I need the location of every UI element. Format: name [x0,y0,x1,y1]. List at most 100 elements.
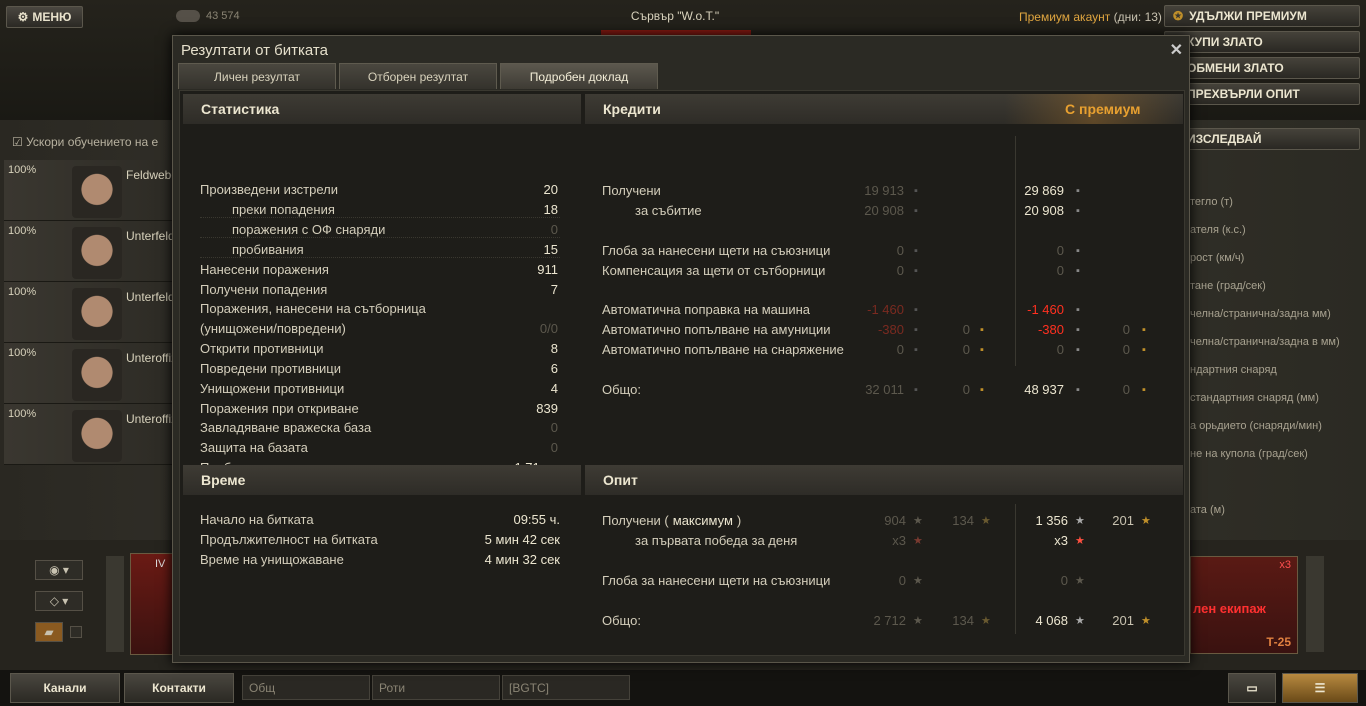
research-label: ИЗСЛЕДВАЙ [1187,132,1262,146]
stat-label: (унищожени/повредени) [200,321,346,336]
chat-tab-general[interactable]: Общ [242,675,370,700]
chat-tab-companies[interactable]: Роти [372,675,500,700]
credit-icon: ▪ [1076,324,1080,336]
filter-nation-dropdown[interactable]: ◉ ▾ [35,560,83,580]
credit-icon: ▪ [914,245,918,257]
exchange-gold-button[interactable]: ОБМЕНИ ЗЛАТО [1164,57,1360,79]
filter-tier-button[interactable]: ▰ [35,622,63,642]
tab-detailed-report[interactable]: Подробен доклад [500,63,658,89]
carousel-tank-card[interactable]: x3 лен екипаж Т-25 [1190,556,1298,654]
tab-personal-result[interactable]: Личен резултат [178,63,336,89]
accelerate-training[interactable]: ☑ Ускори обучението на е [12,135,158,149]
exp-base-value: 904 [884,513,906,528]
credit-base-value: 0 [896,342,904,357]
premium-column-title: С премиум [1065,101,1141,117]
chat-tab-clan[interactable]: [BGTC] [502,675,630,700]
gold-icon: ▪ [1142,384,1146,396]
credit-icon: ▪ [1076,384,1080,396]
exp-label-text: за първата победа за деня [635,533,798,548]
channels-button[interactable]: Канали [10,673,120,703]
credit-label: Глоба за нанесени щети на съюзници [602,243,831,258]
free-exp-base-value: 134 [952,513,974,528]
credit-label: Автоматично попълване на амуниции [602,322,831,337]
gold-icon: ▪ [1142,344,1146,356]
credit-icon: ▪ [914,384,918,396]
menu-label: МЕНЮ [32,10,72,24]
free-exp-icon: ★ [981,615,991,627]
carousel-scroll-left[interactable] [106,556,124,652]
param-turret-traverse: не на купола (град/сек) [1190,448,1308,460]
crew-member[interactable]: 100% Unterfeldwebel [4,221,172,282]
exp-max-link[interactable]: максимум [673,513,733,528]
buy-gold-button[interactable]: КУПИ ЗЛАТО [1164,31,1360,53]
filter-type-dropdown[interactable]: ◇ ▾ [35,591,83,611]
extend-premium-label: УДЪЛЖИ ПРЕМИУМ [1189,9,1307,23]
menu-button[interactable]: ⚙ МЕНЮ [6,6,83,28]
param-weight: тегло (т) [1190,196,1233,208]
gold-base-value: 0 [962,322,970,337]
tab-team-result[interactable]: Отборен резултат [339,63,497,89]
exp-label: Получени (максимум) [602,512,741,530]
credit-premium-value: 29 869 [1024,183,1064,198]
param-speed: рост (км/ч) [1190,252,1245,264]
credit-label: Компенсация за щети от сътборници [602,263,826,278]
tab-label: Личен резултат [214,69,300,84]
credit-premium-value: 48 937 [1024,382,1064,397]
exp-label: Общо: [602,612,641,630]
free-exp-icon: ★ [981,515,991,527]
credit-icon: ▪ [914,344,918,356]
notifications-button[interactable]: ☰ [1282,673,1358,703]
extend-premium-button[interactable]: ✪ УДЪЛЖИ ПРЕМИУМ [1164,5,1360,27]
stat-label: Произведени изстрели [200,182,339,197]
filter-checkbox[interactable] [70,626,82,638]
free-exp-icon: ★ [1141,615,1151,627]
crew-member[interactable]: 100% Unteroffizier [4,404,172,465]
tank-name: Т-25 [1266,635,1291,649]
credit-base-value: 19 913 [864,183,904,198]
exp-label-text: Глоба за нанесени щети на съюзници [602,573,831,588]
crew-member[interactable]: 100% Unterfeldwebel [4,282,172,343]
free-exp-base-value: 134 [952,613,974,628]
coins-icon [176,10,200,22]
credit-premium-value: -1 460 [1027,302,1064,317]
stat-value: 0/0 [539,321,558,336]
crew-skill-pct: 100% [8,347,37,359]
statistics-header: Статистика [183,94,581,124]
time-title: Време [201,472,246,488]
param-penetration: стандартния снаряд (мм) [1190,392,1319,404]
stripe-icon: ▰ [44,625,54,639]
star-icon: ★ [1075,615,1085,627]
stat-value [480,300,558,318]
credit-label: Получени [602,183,661,198]
exp-base-value: 0 [898,573,906,588]
chat-tab-label: [BGTC] [509,680,550,695]
contacts-button[interactable]: Контакти [124,673,234,703]
credit-icon: ▪ [1076,265,1080,277]
tank-x3-badge: x3 [1279,559,1291,571]
crew-skill-pct: 100% [8,286,37,298]
exp-premium-value: 0 [1060,573,1068,588]
gold-count-value: 43 574 [206,10,240,22]
transfer-exp-button[interactable]: ПРЕХВЪРЛИ ОПИТ [1164,83,1360,105]
carousel-scroll-right[interactable] [1306,556,1324,652]
premium-account-info: Премиум акаунт (дни: 13) [1019,10,1162,24]
credit-icon: ▪ [914,265,918,277]
stat-value: 911 [537,262,558,277]
chat-tab-label: Роти [379,680,406,695]
param-hull-armor: челна/странична/задна мм) [1190,308,1331,320]
credit-icon: ▪ [1076,304,1080,316]
stat-value: 18 [543,202,558,217]
checkbox-icon[interactable]: ☑ [12,135,23,149]
param-damage: ндартния снаряд [1190,364,1277,376]
crew-member[interactable]: 100% Unteroffizier [4,343,172,404]
research-button[interactable]: ИЗСЛЕДВАЙ [1164,128,1360,150]
credit-base-value: 0 [896,243,904,258]
crew-member[interactable]: 100% Feldwebel [4,160,172,221]
credit-premium-value: 0 [1056,342,1064,357]
gold-premium-value: 0 [1122,342,1130,357]
carousel-tank-card[interactable]: IV [130,553,174,655]
chat-message-button[interactable]: ▭ [1228,673,1276,703]
stat-label: Унищожени противници [200,381,345,396]
crew-portrait [72,349,122,401]
close-icon[interactable]: ✕ [1170,40,1183,60]
